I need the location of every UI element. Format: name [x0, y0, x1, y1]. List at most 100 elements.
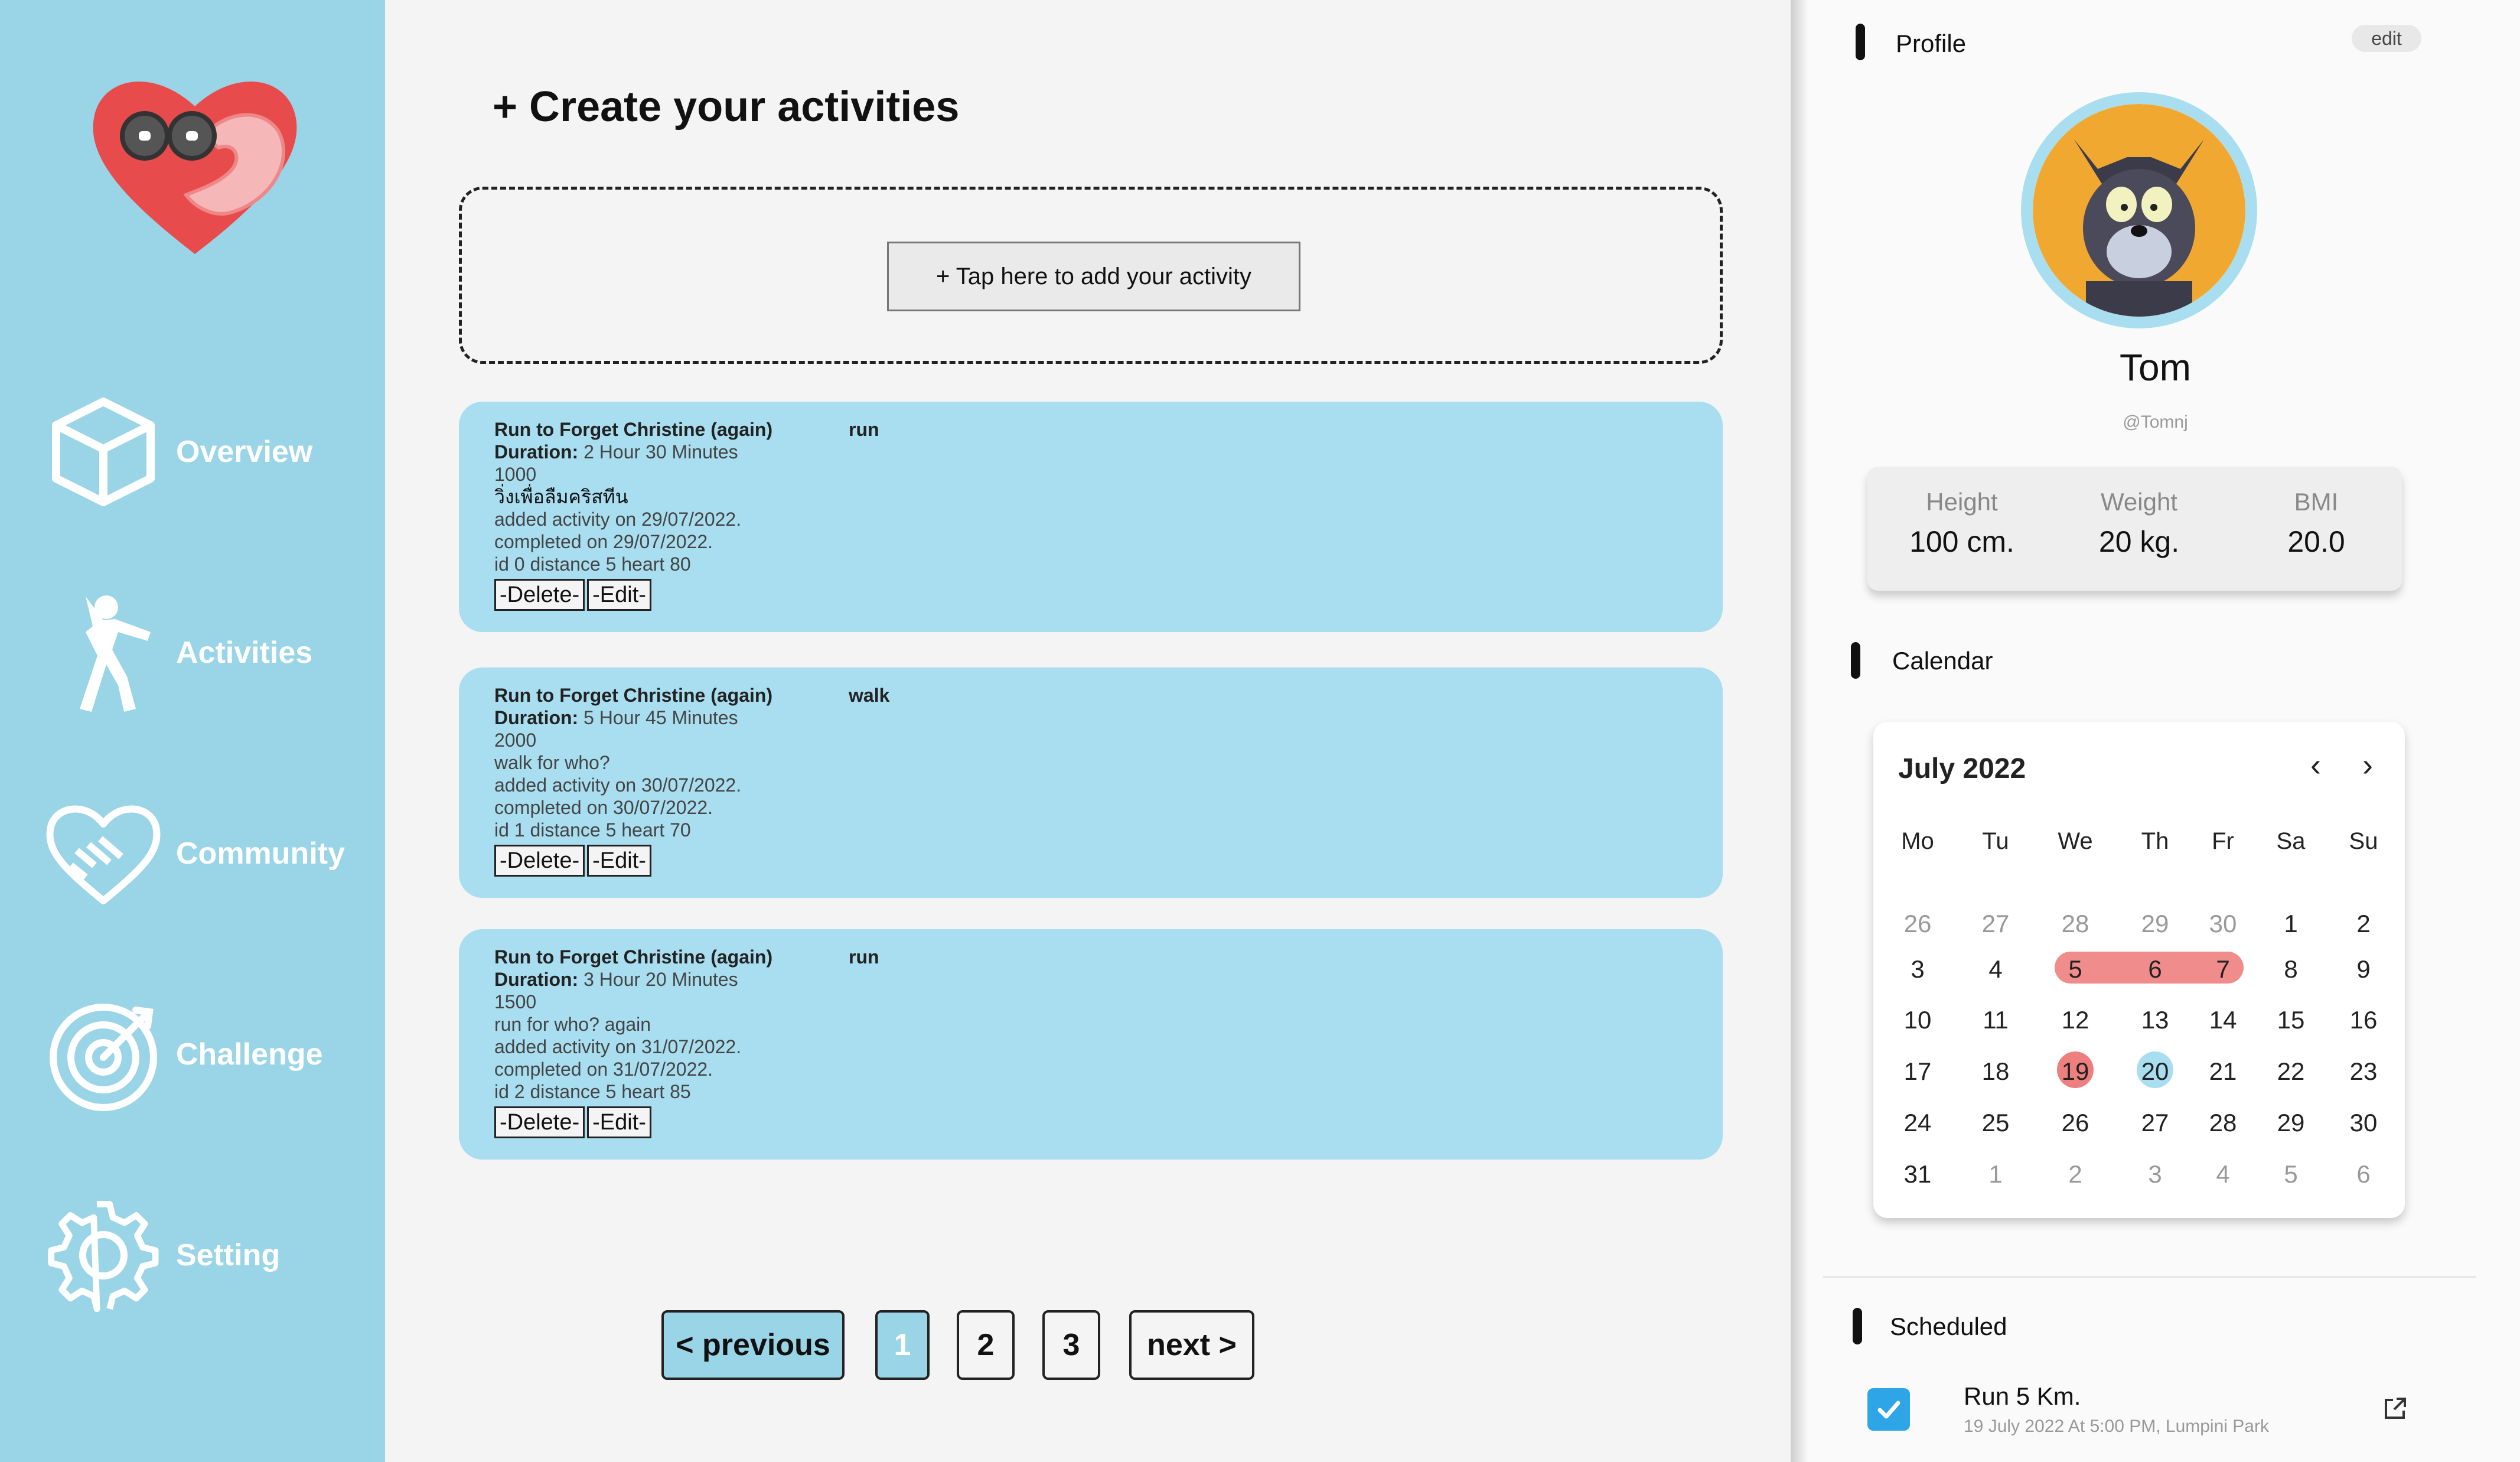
calendar-day[interactable]: 4: [2196, 1160, 2250, 1189]
calendar-day[interactable]: 26: [1891, 910, 1944, 938]
page-2-button[interactable]: 2: [957, 1310, 1015, 1380]
right-panel: Profile edit Tom @Tomnj Height 100 cm. W…: [1791, 0, 2520, 1462]
calendar-day[interactable]: 6: [2337, 1160, 2390, 1189]
section-marker: [1856, 24, 1865, 60]
stat-value: 20.0: [2287, 525, 2345, 558]
activity-note: run for who? again: [494, 1014, 651, 1035]
panel-shadow: [1791, 0, 1808, 1462]
weekday-label: We: [2058, 828, 2093, 854]
chevron-left-icon[interactable]: ‹: [2310, 747, 2321, 783]
nav-label: Activities: [176, 636, 313, 670]
calendar-day[interactable]: 11: [1969, 1006, 2022, 1034]
runner-icon: [41, 591, 165, 715]
nav-label: Overview: [176, 435, 313, 469]
previous-page-button[interactable]: < previous: [661, 1310, 845, 1380]
scheduled-checkbox[interactable]: [1867, 1388, 1910, 1431]
chevron-right-icon[interactable]: ›: [2362, 747, 2373, 783]
calendar-day[interactable]: 28: [2196, 1109, 2250, 1137]
edit-button[interactable]: -Edit-: [587, 1106, 651, 1138]
calendar-day[interactable]: 25: [1969, 1109, 2022, 1137]
edit-button[interactable]: -Edit-: [587, 845, 651, 877]
calendar-day[interactable]: 5: [2049, 955, 2102, 984]
calendar-day[interactable]: 2: [2337, 910, 2390, 938]
calendar-day[interactable]: 29: [2128, 910, 2182, 938]
calendar-day[interactable]: 1: [1969, 1160, 2022, 1189]
calendar-day[interactable]: 23: [2337, 1057, 2390, 1086]
weekday-label: Mo: [1901, 828, 1934, 854]
calendar-day[interactable]: 28: [2049, 910, 2102, 938]
calendar-day[interactable]: 7: [2196, 955, 2250, 984]
page-3-button[interactable]: 3: [1042, 1310, 1100, 1380]
nav-challenge[interactable]: Challenge: [41, 986, 323, 1122]
page-title: + Create your activities: [493, 83, 960, 131]
activity-added: added activity on 31/07/2022.: [494, 1036, 742, 1057]
profile-handle: @Tomnj: [2123, 412, 2188, 432]
calendar-day[interactable]: 27: [2128, 1109, 2182, 1137]
calendar-day[interactable]: 4: [1969, 955, 2022, 984]
calendar-day[interactable]: 21: [2196, 1057, 2250, 1086]
calendar-day[interactable]: 30: [2196, 910, 2250, 938]
weekday-label: Su: [2349, 828, 2378, 854]
section-marker: [1851, 642, 1860, 679]
target-icon: [41, 992, 165, 1116]
calendar-day[interactable]: 30: [2337, 1109, 2390, 1137]
delete-button[interactable]: -Delete-: [494, 1106, 585, 1138]
calendar-month: July 2022: [1898, 753, 2026, 784]
activity-calories: 1500: [494, 991, 537, 1012]
stat-height: Height 100 cm.: [1903, 488, 2021, 559]
calendar-day[interactable]: 14: [2196, 1006, 2250, 1034]
duration-label: Duration:: [494, 441, 579, 463]
calendar-day[interactable]: 17: [1891, 1057, 1944, 1086]
nav-community[interactable]: Community: [41, 786, 345, 922]
calendar-section-title: Calendar: [1892, 647, 1993, 675]
calendar-day[interactable]: 29: [2264, 1109, 2317, 1137]
calendar-day[interactable]: 9: [2337, 955, 2390, 984]
activity-duration: 3 Hour 20 Minutes: [583, 969, 738, 990]
add-activity-button[interactable]: + Tap here to add your activity: [887, 242, 1300, 311]
calendar-day[interactable]: 10: [1891, 1006, 1944, 1034]
calendar-day[interactable]: 5: [2264, 1160, 2317, 1189]
scheduled-item-subtitle: 19 July 2022 At 5:00 PM, Lumpini Park: [1964, 1417, 2269, 1436]
activity-calories: 1000: [494, 464, 537, 485]
activity-duration: 2 Hour 30 Minutes: [583, 441, 738, 463]
calendar-day[interactable]: 20: [2128, 1057, 2182, 1086]
activity-card: Run to Forget Christine (again) run Dura…: [459, 929, 1723, 1160]
calendar-day[interactable]: 3: [2128, 1160, 2182, 1189]
nav-activities[interactable]: Activities: [41, 585, 312, 721]
calendar-day[interactable]: 12: [2049, 1006, 2102, 1034]
delete-button[interactable]: -Delete-: [494, 845, 585, 877]
section-marker: [1853, 1308, 1862, 1344]
edit-profile-button[interactable]: edit: [2352, 25, 2421, 52]
delete-button[interactable]: -Delete-: [494, 579, 585, 611]
calendar-day[interactable]: 22: [2264, 1057, 2317, 1086]
calendar-day[interactable]: 26: [2049, 1109, 2102, 1137]
activity-title: Run to Forget Christine (again): [494, 419, 773, 440]
calendar-day[interactable]: 18: [1969, 1057, 2022, 1086]
activity-completed: completed on 29/07/2022.: [494, 531, 713, 552]
calendar-day[interactable]: 24: [1891, 1109, 1944, 1137]
calendar-day[interactable]: 15: [2264, 1006, 2317, 1034]
weekday-label: Fr: [2212, 828, 2234, 854]
activity-added: added activity on 30/07/2022.: [494, 774, 742, 796]
stat-value: 20 kg.: [2098, 525, 2180, 558]
add-activity-area[interactable]: + Tap here to add your activity: [459, 187, 1723, 364]
edit-button[interactable]: -Edit-: [587, 579, 651, 611]
calendar-day[interactable]: 2: [2049, 1160, 2102, 1189]
nav-label: Challenge: [176, 1037, 323, 1072]
nav-setting[interactable]: Setting: [41, 1187, 280, 1323]
calendar-day[interactable]: 6: [2128, 955, 2182, 984]
calendar-day[interactable]: 31: [1891, 1160, 1944, 1189]
activity-meta: id 2 distance 5 heart 85: [494, 1081, 691, 1102]
external-link-icon[interactable]: [2381, 1395, 2408, 1422]
calendar-day[interactable]: 1: [2264, 910, 2317, 938]
nav-overview[interactable]: Overview: [41, 384, 312, 520]
calendar-day[interactable]: 8: [2264, 955, 2317, 984]
next-page-button[interactable]: next >: [1129, 1310, 1254, 1380]
page-1-button[interactable]: 1: [875, 1310, 930, 1380]
calendar-day[interactable]: 3: [1891, 955, 1944, 984]
calendar-day[interactable]: 16: [2337, 1006, 2390, 1034]
scheduled-item-title: Run 5 Km.: [1964, 1382, 2081, 1410]
calendar-day[interactable]: 13: [2128, 1006, 2182, 1034]
calendar-day[interactable]: 27: [1969, 910, 2022, 938]
calendar-day[interactable]: 19: [2049, 1057, 2102, 1086]
